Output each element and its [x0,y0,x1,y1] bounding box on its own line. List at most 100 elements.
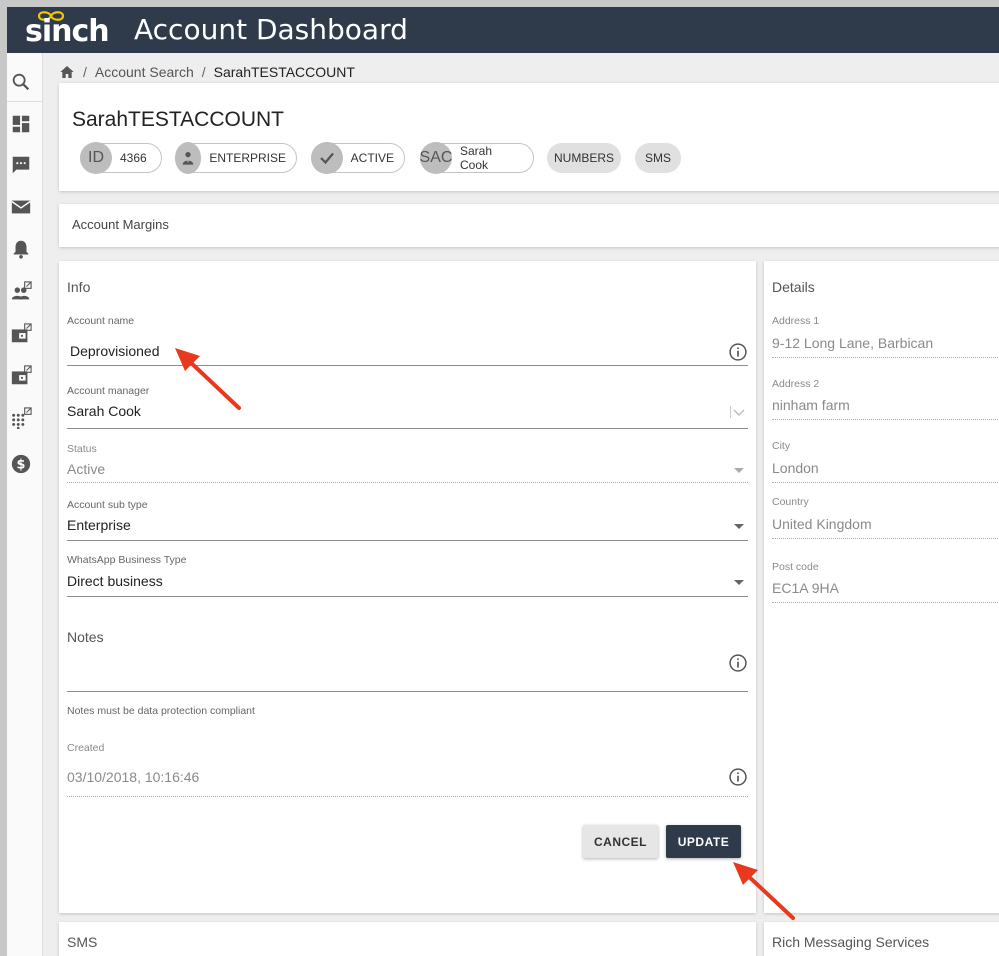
address1-label: Address 1 [772,315,820,327]
wallet-external-icon[interactable] [10,365,32,387]
dropdown-caret-icon[interactable] [734,524,744,529]
details-title: Details [772,279,815,295]
sms-card-title: SMS [67,934,98,950]
svg-text:$: $ [17,458,26,473]
account-sub-type-label: Account sub type [67,499,148,511]
breadcrumb-current: SarahTESTACCOUNT [213,64,355,80]
notes-hint: Notes must be data protection compliant [67,705,255,717]
whatsapp-business-type-label: WhatsApp Business Type [67,554,187,566]
status-select: Active [67,461,106,477]
address1-field: Address 1 9-12 Long Lane, Barbican [772,315,999,359]
people-external-icon[interactable] [10,281,32,303]
city-field: City London [772,440,999,484]
manager-avatar: SAC [420,142,452,174]
created-label: Created [67,742,105,754]
id-avatar: ID [80,142,112,174]
info-card: Info Account name Deprovisioned Account … [59,261,756,913]
person-icon [175,142,202,174]
field-underline [67,796,748,797]
type-value: ENTERPRISE [209,151,286,165]
dollar-icon[interactable]: $ [10,453,32,475]
sinch-logo[interactable]: sinch [25,9,117,51]
city-value: London [772,460,819,476]
field-underline [67,428,748,429]
created-field: Created 03/10/2018, 10:16:46 [67,742,748,798]
field-underline [772,482,999,483]
app-window: sinch Account Dashboard $ / Account Sear… [7,7,999,956]
field-underline [67,482,748,483]
info-title: Info [67,279,91,295]
account-manager-label: Account manager [67,385,150,397]
top-bar: sinch Account Dashboard [7,7,999,53]
home-icon[interactable] [59,64,75,80]
address2-value: ninham farm [772,397,850,413]
search-icon[interactable] [10,71,32,93]
postcode-label: Post code [772,561,819,573]
account-name-field[interactable]: Account name Deprovisioned [67,315,748,367]
id-value: 4366 [120,151,147,165]
chevron-down-icon[interactable] [730,406,746,418]
id-chip[interactable]: ID 4366 [80,142,162,174]
dropdown-caret-icon[interactable] [734,580,744,585]
rms-card: Rich Messaging Services [764,922,999,956]
field-underline [67,596,748,597]
cancel-button[interactable]: CANCEL [583,825,658,858]
field-underline [67,540,748,541]
account-header-card: SarahTESTACCOUNT ID 4366 ENTERPRISE ACTI… [59,83,999,191]
account-sub-type-select[interactable]: Enterprise [67,517,131,533]
address1-value: 9-12 Long Lane, Barbican [772,335,934,351]
info-icon[interactable] [728,767,748,787]
status-chip[interactable]: ACTIVE [311,142,405,174]
account-margins-card[interactable]: Account Margins [59,204,999,247]
sms-chip[interactable]: SMS [635,143,681,173]
check-icon [311,142,343,174]
whatsapp-business-type-field[interactable]: WhatsApp Business Type Direct business [67,554,748,597]
field-underline [772,602,999,603]
account-name-label: Account name [67,315,135,327]
dialpad-external-icon[interactable] [10,407,32,430]
breadcrumb-separator: / [201,64,206,80]
sidebar-divider [7,101,43,102]
chat-icon[interactable] [10,154,32,176]
account-name-input[interactable]: Deprovisioned [70,343,160,359]
notes-field[interactable]: Notes Notes must be data protection comp… [67,629,748,719]
dashboard-icon[interactable] [10,113,32,135]
breadcrumb: / Account Search / SarahTESTACCOUNT [59,62,355,82]
numbers-chip[interactable]: NUMBERS [547,143,621,173]
breadcrumb-account-search[interactable]: Account Search [95,64,194,80]
manager-chip[interactable]: SAC Sarah Cook [420,142,534,174]
field-underline [772,419,999,420]
dropdown-caret-icon [734,468,744,473]
app-title: Account Dashboard [134,13,408,46]
whatsapp-business-type-select[interactable]: Direct business [67,573,163,589]
status-field: Status Active [67,443,748,483]
field-underline [67,691,748,692]
info-icon[interactable] [728,653,748,673]
details-card: Details Address 1 9-12 Long Lane, Barbic… [764,261,999,913]
city-label: City [772,440,791,452]
mail-icon[interactable] [10,196,32,218]
status-label: Status [67,443,97,455]
bell-icon[interactable] [10,238,32,260]
country-value: United Kingdom [772,516,872,532]
field-underline [67,365,748,366]
country-label: Country [772,496,809,508]
country-field: Country United Kingdom [772,496,999,540]
type-chip[interactable]: ENTERPRISE [175,142,297,174]
account-manager-field[interactable]: Account manager Sarah Cook [67,385,748,429]
address2-label: Address 2 [772,378,820,390]
status-value: ACTIVE [350,151,394,165]
wallet-external-icon[interactable] [10,323,32,345]
account-manager-select[interactable]: Sarah Cook [67,403,141,419]
postcode-field: Post code EC1A 9HA [772,561,999,605]
created-value: 03/10/2018, 10:16:46 [67,769,200,785]
field-underline [772,357,999,358]
info-icon[interactable] [728,342,748,362]
account-title: SarahTESTACCOUNT [72,108,284,131]
field-underline [772,538,999,539]
postcode-value: EC1A 9HA [772,580,839,596]
update-button[interactable]: UPDATE [666,825,741,858]
account-sub-type-field[interactable]: Account sub type Enterprise [67,499,748,541]
address2-field: Address 2 ninham farm [772,378,999,422]
account-margins-title: Account Margins [72,217,169,232]
